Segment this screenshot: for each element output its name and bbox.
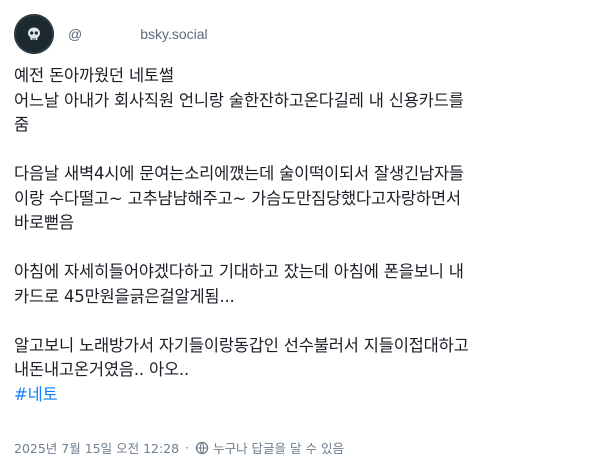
- post-line: 줌: [14, 115, 29, 134]
- post-line: 다음날 새벽4시에 문여는소리에깼는데 술이떡이되서 잘생긴남자들: [14, 164, 464, 183]
- everyone-reply-icon: [195, 441, 209, 455]
- post-timestamp[interactable]: 2025년 7월 15일 오전 12:28: [14, 438, 179, 457]
- handle-domain: bsky.social: [140, 26, 208, 42]
- post-line: 내돈내고온거였음.. 아오..: [14, 360, 190, 379]
- post-line: 이랑 수다떨고~ 고추냠냠해주고~ 가슴도만짐당했다고자랑하면서: [14, 188, 461, 208]
- post-line: 예전 돈아까웠던 네토썰: [14, 66, 174, 85]
- post-line: 아침에 자세히들어야겠다하고 기대하고 잤는데 아침에 폰을보니 내: [14, 262, 464, 281]
- reply-setting: 누구나 답글을 달 수 있음: [213, 441, 344, 456]
- footer-separator: ·: [185, 440, 190, 455]
- post-line: 어느날 아내가 회사직원 언니랑 술한잔하고온다길레 내 신용카드를: [14, 90, 464, 110]
- author-handle[interactable]: @ bsky.social: [68, 26, 208, 42]
- skull-icon: [28, 27, 40, 40]
- post-footer: 2025년 7월 15일 오전 12:28 · 누구나 답글을 달 수 있음: [14, 438, 344, 457]
- handle-at: @: [68, 26, 83, 42]
- avatar[interactable]: [14, 14, 54, 54]
- post-line: 바로뻗음: [14, 213, 74, 232]
- hashtag-link[interactable]: #네토: [14, 385, 58, 404]
- post-line: 카드로 45만원을긁은걸알게됨...: [14, 286, 235, 306]
- post-line: 알고보니 노래방가서 자기들이랑동갑인 선수불러서 지들이접대하고: [14, 335, 469, 355]
- post-header: @ bsky.social: [14, 14, 208, 54]
- post-body: 예전 돈아까웠던 네토썰 어느날 아내가 회사직원 언니랑 술한잔하고온다길레 …: [14, 64, 584, 407]
